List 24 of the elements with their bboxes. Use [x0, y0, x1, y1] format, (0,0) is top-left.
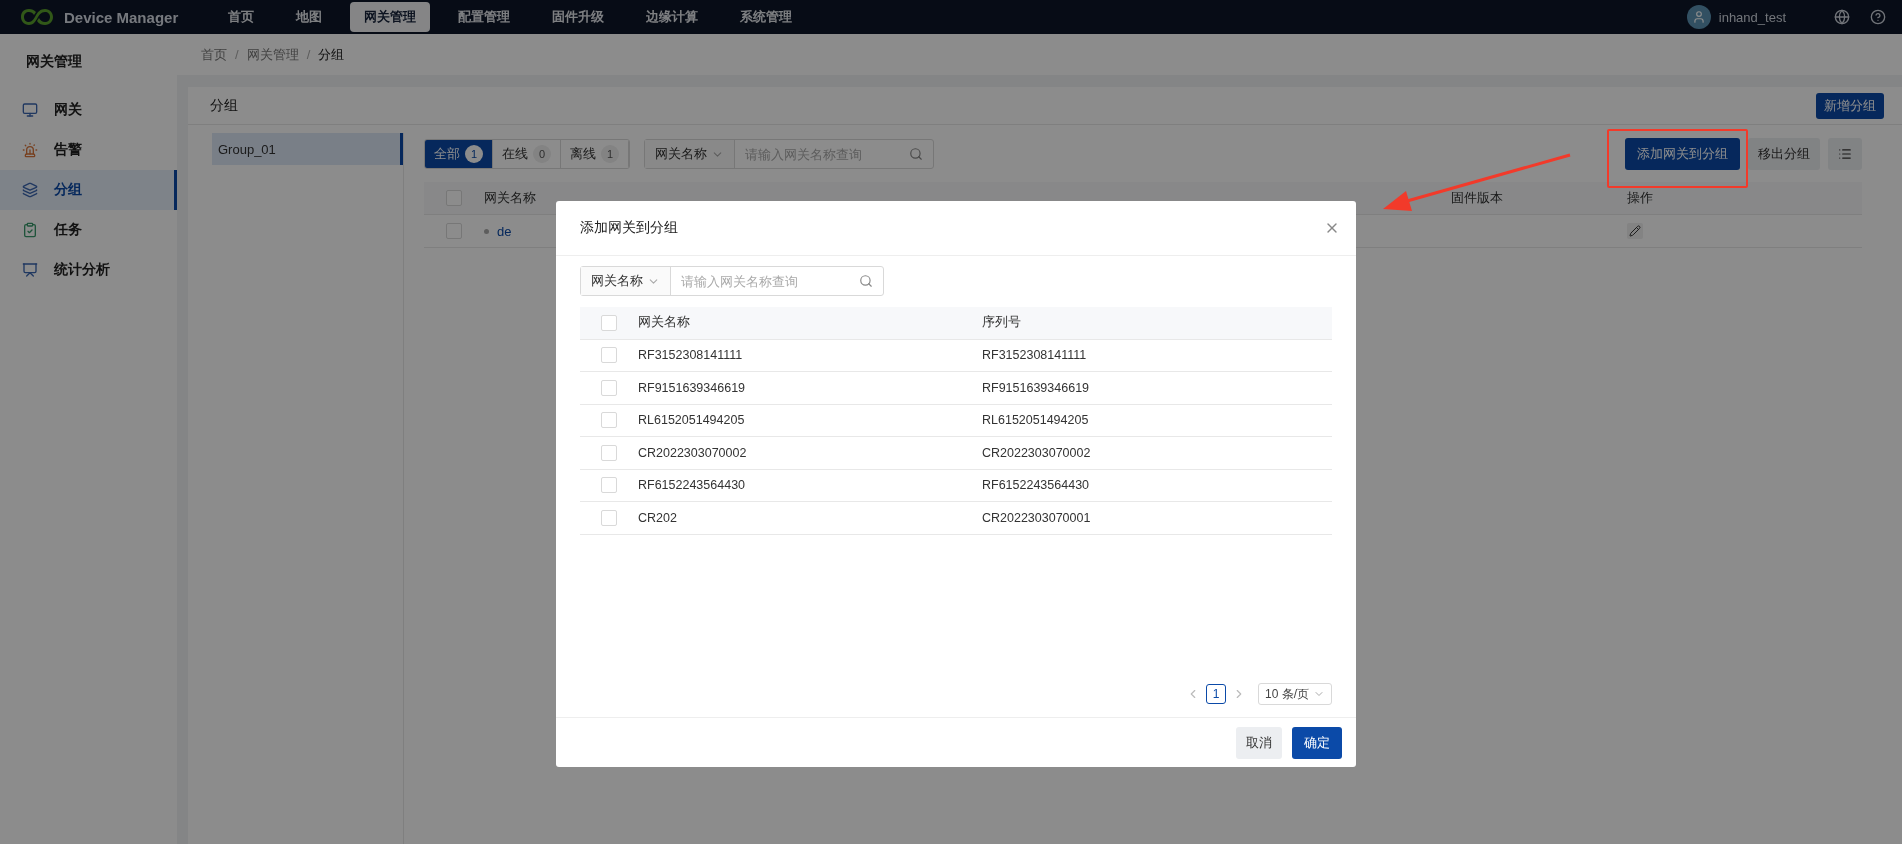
- brand-name: Device Manager: [64, 8, 179, 26]
- column-header: 固件版本: [1451, 189, 1504, 207]
- table-cell-text: RF9151639346619: [982, 380, 1091, 395]
- column-header: 网关名称: [638, 314, 691, 332]
- table-cell-text: RL6152051494205: [982, 413, 1090, 428]
- card-title: 分组: [210, 96, 238, 115]
- table-cell-text: CR2022303070002: [982, 445, 1092, 460]
- column-header: 序列号: [982, 314, 1022, 332]
- column-header: 操作: [1627, 189, 1654, 207]
- column-header: 网关名称: [484, 189, 537, 207]
- table-cell-text: RF3152308141111: [638, 348, 744, 363]
- table-cell-text: RF9151639346619: [638, 380, 747, 395]
- table-cell-text: CR202: [638, 510, 678, 525]
- table-cell-text: RL6152051494205: [638, 413, 746, 428]
- table-cell-text: RF6152243564430: [638, 478, 747, 493]
- table-cell-text: CR2022303070002: [638, 445, 748, 460]
- breadcrumb-separator: /: [306, 47, 311, 62]
- table-cell-text: CR2022303070001: [982, 510, 1092, 525]
- breadcrumb-item: 分组: [318, 45, 345, 64]
- breadcrumb-separator: /: [235, 47, 239, 62]
- table-cell-text: RF3152308141111: [982, 348, 1088, 363]
- sidebar-title: 网关管理: [25, 52, 83, 71]
- table-cell-text: RF6152243564430: [982, 478, 1091, 493]
- dialog-title: 添加网关到分组: [580, 219, 678, 237]
